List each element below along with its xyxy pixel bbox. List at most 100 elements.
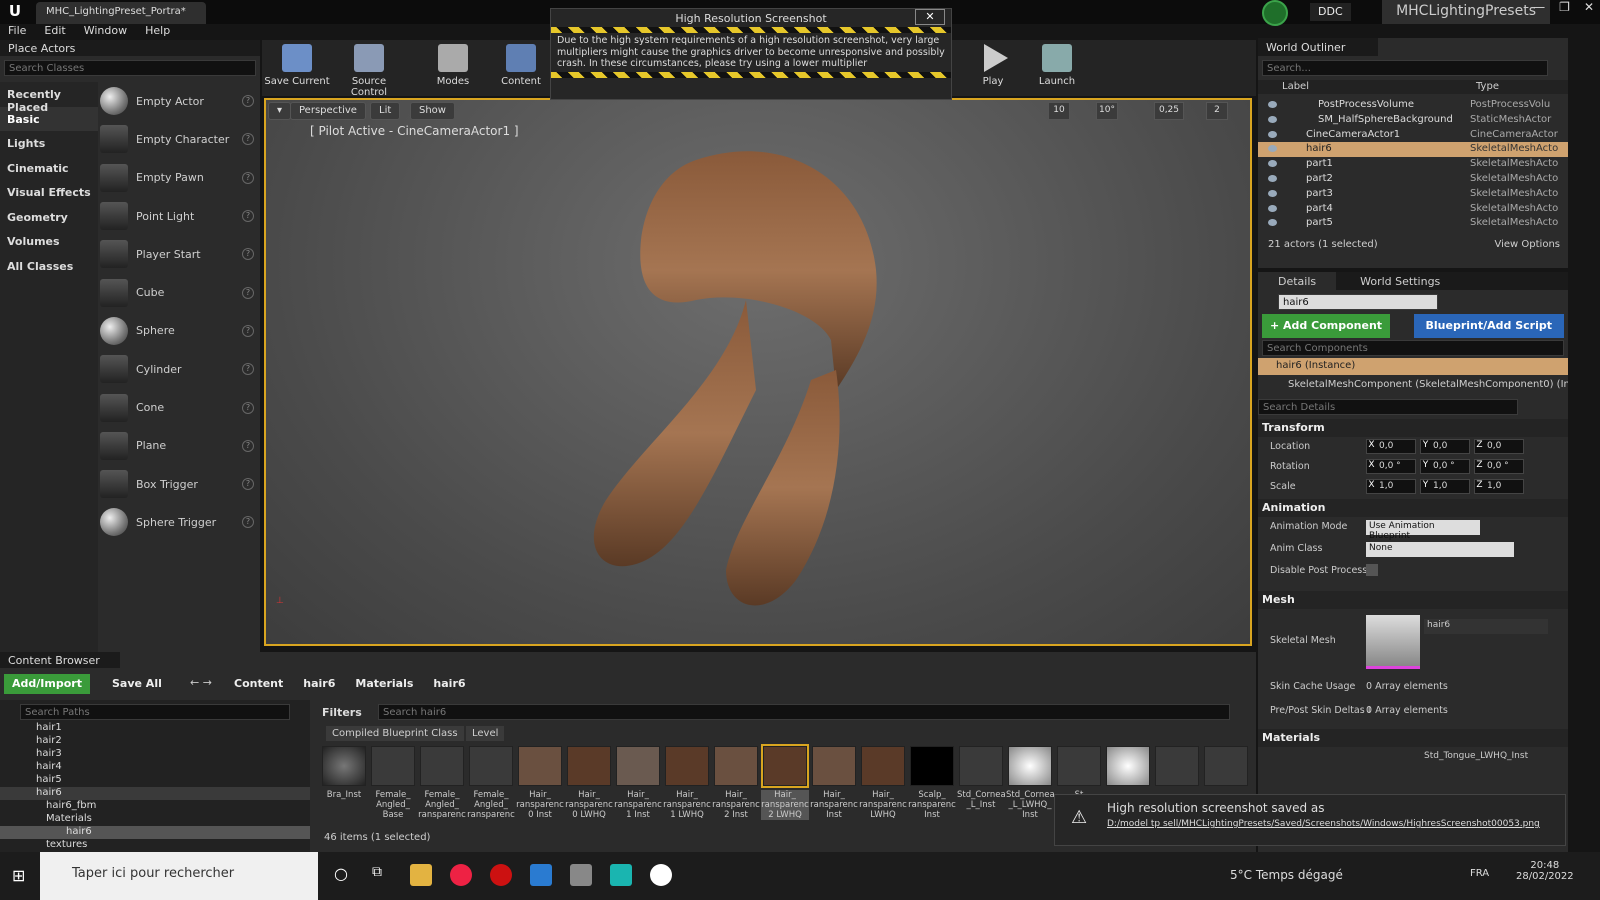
folder-item[interactable]: hair4	[0, 761, 310, 774]
actor-item[interactable]: Sphere Trigger?	[100, 503, 260, 541]
asset-tile[interactable]	[1057, 746, 1101, 786]
eye-icon[interactable]	[1268, 204, 1277, 212]
blueprint-add-script-button[interactable]: Blueprint/Add Script	[1413, 314, 1564, 338]
menu-help[interactable]: Help	[145, 24, 170, 40]
asset-tile[interactable]	[518, 746, 562, 786]
actor-item[interactable]: Box Trigger?	[100, 465, 260, 503]
category-cinematic[interactable]: Cinematic	[0, 156, 98, 181]
grid-snap-value[interactable]: 10	[1048, 102, 1070, 120]
rotation-x-input[interactable]: 0,0 °	[1366, 459, 1416, 474]
rotation-snap-value[interactable]: 10°	[1096, 102, 1118, 120]
search-components-input[interactable]: Search Components	[1262, 340, 1564, 356]
cortana-icon[interactable]: ○	[334, 864, 348, 883]
asset-tile[interactable]	[812, 746, 856, 786]
breadcrumb-materials[interactable]: Materials	[355, 677, 413, 690]
photos-icon[interactable]	[530, 864, 552, 886]
outliner-row[interactable]: part3 SkeletalMeshActo	[1258, 187, 1568, 202]
search-paths-input[interactable]: Search Paths	[20, 704, 290, 720]
windows-start-icon[interactable]: ⊞	[12, 866, 25, 885]
folder-item[interactable]: hair6	[0, 787, 310, 800]
tab-world-settings[interactable]: World Settings	[1340, 272, 1460, 290]
folder-item[interactable]: hair3	[0, 748, 310, 761]
animation-section[interactable]: Animation	[1258, 499, 1568, 517]
disable-post-process-checkbox[interactable]	[1366, 564, 1378, 576]
asset-tile[interactable]	[567, 746, 611, 786]
transform-section[interactable]: Transform	[1258, 419, 1568, 437]
eye-icon[interactable]	[1268, 130, 1277, 138]
asset-tile[interactable]	[714, 746, 758, 786]
folder-item[interactable]: hair2	[0, 735, 310, 748]
help-icon[interactable]: ?	[242, 210, 254, 223]
animation-mode-dropdown[interactable]: Use Animation Blueprint	[1366, 520, 1480, 541]
outliner-row[interactable]: CineCameraActor1 CineCameraActor	[1258, 128, 1568, 143]
search-classes-input[interactable]: Search Classes	[4, 60, 256, 76]
folder-item[interactable]: hair5	[0, 774, 310, 787]
add-component-button[interactable]: + Add Component	[1262, 314, 1391, 338]
outliner-row[interactable]: part4 SkeletalMeshActo	[1258, 202, 1568, 217]
screenshot-path-link[interactable]: D:/model tp sell/MHCLightingPresets/Save…	[1107, 819, 1540, 829]
scale-y-input[interactable]: 1,0	[1420, 479, 1470, 494]
asset-tile-selected[interactable]	[761, 744, 809, 788]
asset-tile[interactable]	[1155, 746, 1199, 786]
folder-item-selected[interactable]: hair6	[0, 826, 310, 839]
help-icon[interactable]: ?	[242, 439, 254, 452]
minimize-icon[interactable]: —	[1533, 0, 1545, 20]
app-icon[interactable]	[570, 864, 592, 886]
skeletal-mesh-thumbnail[interactable]	[1366, 615, 1420, 669]
level-viewport[interactable]: ▾ Perspective Lit Show [ Pilot Active - …	[264, 98, 1252, 646]
help-icon[interactable]: ?	[242, 248, 254, 261]
scale-x-input[interactable]: 1,0	[1366, 479, 1416, 494]
document-tab[interactable]: MHC_LightingPreset_Portra*	[36, 2, 206, 24]
scale-snap-value[interactable]: 0,25	[1154, 102, 1184, 120]
close-icon[interactable]: ✕	[1584, 0, 1594, 20]
asset-tile[interactable]	[959, 746, 1003, 786]
actor-item[interactable]: Cylinder?	[100, 350, 260, 388]
save-current-button[interactable]: Save Current	[262, 42, 332, 94]
launch-button[interactable]: Launch	[1022, 42, 1092, 94]
eye-icon[interactable]	[1268, 189, 1277, 197]
world-outliner-tab[interactable]: World Outliner	[1258, 38, 1378, 56]
dialog-close-button[interactable]: ✕	[915, 9, 945, 25]
lit-button[interactable]: Lit	[370, 102, 401, 120]
menu-window[interactable]: Window	[84, 24, 127, 40]
outliner-row[interactable]: SM_HalfSphereBackground StaticMeshActor	[1258, 113, 1568, 128]
language-indicator[interactable]: FRA	[1470, 868, 1489, 879]
folder-item[interactable]: hair1	[0, 722, 310, 735]
actor-item[interactable]: Point Light?	[100, 197, 260, 235]
actor-item[interactable]: Plane?	[100, 427, 260, 465]
unreal-engine-icon[interactable]	[650, 864, 672, 886]
asset-tile[interactable]	[469, 746, 513, 786]
actor-item[interactable]: Empty Character?	[100, 120, 260, 158]
breadcrumb-hair6-materials[interactable]: hair6	[433, 677, 465, 690]
outliner-row[interactable]: part1 SkeletalMeshActo	[1258, 157, 1568, 172]
actor-item[interactable]: Sphere?	[100, 312, 260, 350]
folder-item[interactable]: hair6_fbm	[0, 800, 310, 813]
scale-z-input[interactable]: 1,0	[1474, 479, 1524, 494]
help-icon[interactable]: ?	[242, 171, 254, 184]
chrome-icon[interactable]	[450, 864, 472, 886]
asset-tile[interactable]	[1106, 746, 1150, 786]
unreal-logo-icon[interactable]: U	[4, 2, 26, 22]
asset-tile[interactable]	[1204, 746, 1248, 786]
view-options-button[interactable]: View Options	[1495, 239, 1561, 250]
play-button[interactable]: Play	[958, 42, 1028, 94]
tab-details[interactable]: Details	[1258, 272, 1337, 290]
location-z-input[interactable]: 0,0	[1474, 439, 1524, 454]
asset-tile[interactable]	[861, 746, 905, 786]
help-icon[interactable]: ?	[242, 516, 254, 529]
location-x-input[interactable]: 0,0	[1366, 439, 1416, 454]
maximize-icon[interactable]: ❐	[1559, 0, 1570, 20]
help-icon[interactable]: ?	[242, 286, 254, 299]
eye-icon[interactable]	[1268, 174, 1277, 182]
actor-item[interactable]: Cube?	[100, 273, 260, 311]
asset-tile[interactable]	[665, 746, 709, 786]
eye-icon[interactable]	[1268, 145, 1277, 153]
breadcrumb-hair6[interactable]: hair6	[303, 677, 335, 690]
actor-item[interactable]: Cone?	[100, 388, 260, 426]
modes-button[interactable]: Modes	[418, 42, 488, 94]
task-view-icon[interactable]: ⧉	[372, 864, 382, 880]
opera-icon[interactable]	[490, 864, 512, 886]
actor-item[interactable]: Player Start?	[100, 235, 260, 273]
maya-icon[interactable]	[610, 864, 632, 886]
weather-widget[interactable]: 5°C Temps dégagé	[1230, 868, 1343, 882]
